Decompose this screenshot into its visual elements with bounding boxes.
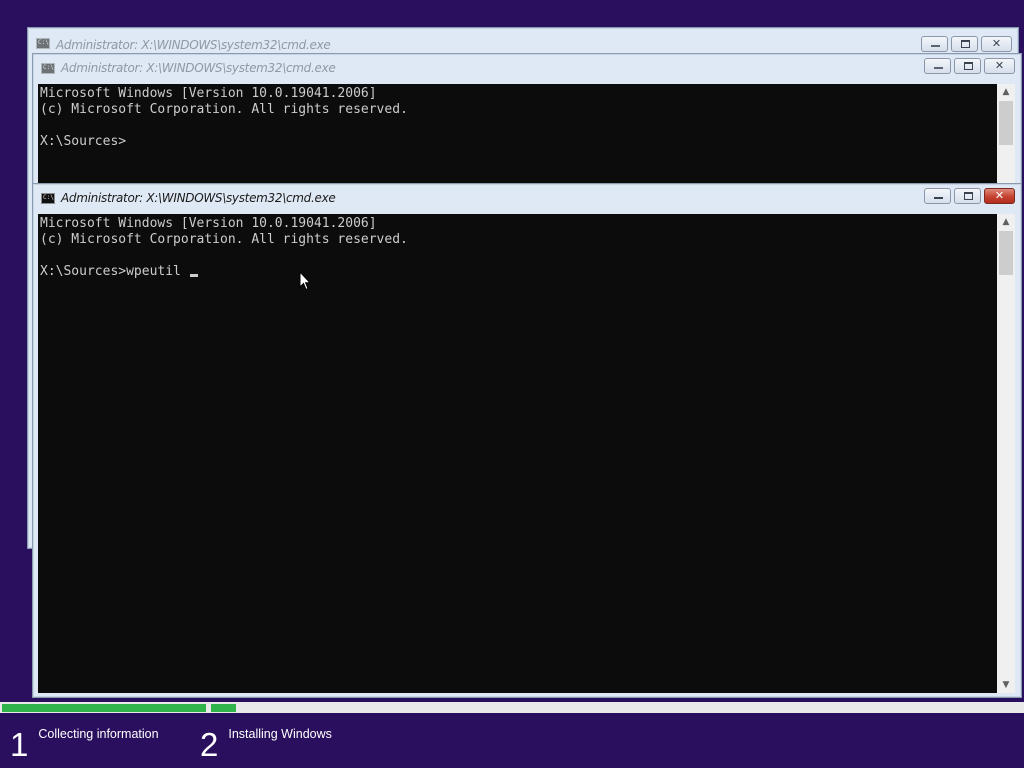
step-label: Collecting information bbox=[38, 727, 159, 741]
cmd-window-middle[interactable]: Administrator: X:\WINDOWS\system32\cmd.e… bbox=[32, 53, 1022, 193]
window-controls: ✕ bbox=[924, 188, 1015, 204]
console-output: Microsoft Windows [Version 10.0.19041.20… bbox=[38, 84, 1015, 150]
console-line: (c) Microsoft Corporation. All rights re… bbox=[40, 232, 408, 247]
close-button[interactable]: ✕ bbox=[981, 36, 1012, 52]
console-line: Microsoft Windows [Version 10.0.19041.20… bbox=[40, 86, 377, 101]
console-area[interactable]: Microsoft Windows [Version 10.0.19041.20… bbox=[38, 84, 1015, 190]
window-title: Administrator: X:\WINDOWS\system32\cmd.e… bbox=[56, 38, 331, 52]
vertical-scrollbar[interactable]: ▲ ▼ bbox=[997, 214, 1015, 693]
minimize-button[interactable] bbox=[921, 36, 948, 52]
maximize-icon bbox=[964, 192, 973, 200]
text-cursor bbox=[189, 274, 198, 277]
step-label: Installing Windows bbox=[228, 727, 332, 741]
maximize-button[interactable] bbox=[951, 36, 978, 52]
progress-step-1-fill bbox=[2, 704, 206, 712]
maximize-icon bbox=[961, 40, 970, 48]
minimize-icon bbox=[934, 67, 943, 69]
window-controls: ✕ bbox=[921, 36, 1012, 52]
scroll-up-icon[interactable]: ▲ bbox=[997, 214, 1015, 230]
maximize-button[interactable] bbox=[954, 188, 981, 204]
window-title: Administrator: X:\WINDOWS\system32\cmd.e… bbox=[61, 191, 336, 205]
minimize-button[interactable] bbox=[924, 188, 951, 204]
close-button[interactable]: ✕ bbox=[984, 188, 1015, 204]
cmd-window-active[interactable]: Administrator: X:\WINDOWS\system32\cmd.e… bbox=[32, 183, 1022, 698]
maximize-icon bbox=[964, 62, 973, 70]
step-number: 2 bbox=[200, 726, 219, 763]
vertical-scrollbar[interactable]: ▲ bbox=[997, 84, 1015, 190]
step-number: 1 bbox=[10, 726, 29, 763]
console-line: Microsoft Windows [Version 10.0.19041.20… bbox=[40, 216, 377, 231]
console-prompt: X:\Sources> bbox=[40, 134, 127, 149]
minimize-icon bbox=[931, 45, 940, 47]
mouse-pointer-icon bbox=[299, 271, 311, 291]
window-controls: ✕ bbox=[924, 58, 1015, 74]
cmd-icon bbox=[41, 192, 55, 204]
maximize-button[interactable] bbox=[954, 58, 981, 74]
scroll-thumb[interactable] bbox=[999, 101, 1013, 145]
close-button[interactable]: ✕ bbox=[984, 58, 1015, 74]
console-line: (c) Microsoft Corporation. All rights re… bbox=[40, 102, 408, 117]
minimize-icon bbox=[934, 197, 943, 199]
window-title: Administrator: X:\WINDOWS\system32\cmd.e… bbox=[61, 61, 336, 75]
progress-step-2-fill bbox=[211, 704, 236, 712]
console-input-line[interactable]: X:\Sources>wpeutil bbox=[40, 264, 189, 279]
title-bar[interactable]: Administrator: X:\WINDOWS\system32\cmd.e… bbox=[33, 184, 1021, 212]
console-area[interactable]: Microsoft Windows [Version 10.0.19041.20… bbox=[38, 214, 1015, 693]
close-icon: ✕ bbox=[994, 189, 1005, 202]
title-bar[interactable]: Administrator: X:\WINDOWS\system32\cmd.e… bbox=[33, 54, 1021, 82]
close-icon: ✕ bbox=[994, 59, 1005, 72]
setup-step-2: 2 Installing Windows bbox=[200, 724, 332, 766]
scroll-up-icon[interactable]: ▲ bbox=[997, 84, 1015, 100]
close-icon: ✕ bbox=[991, 37, 1002, 50]
setup-step-1: 1 Collecting information bbox=[10, 724, 159, 766]
setup-progress-bar bbox=[0, 702, 1024, 713]
cmd-icon bbox=[36, 38, 50, 49]
console-output: Microsoft Windows [Version 10.0.19041.20… bbox=[38, 214, 1015, 280]
scroll-thumb[interactable] bbox=[999, 231, 1013, 275]
cmd-icon bbox=[41, 62, 55, 74]
minimize-button[interactable] bbox=[924, 58, 951, 74]
scroll-down-icon[interactable]: ▼ bbox=[997, 677, 1015, 693]
